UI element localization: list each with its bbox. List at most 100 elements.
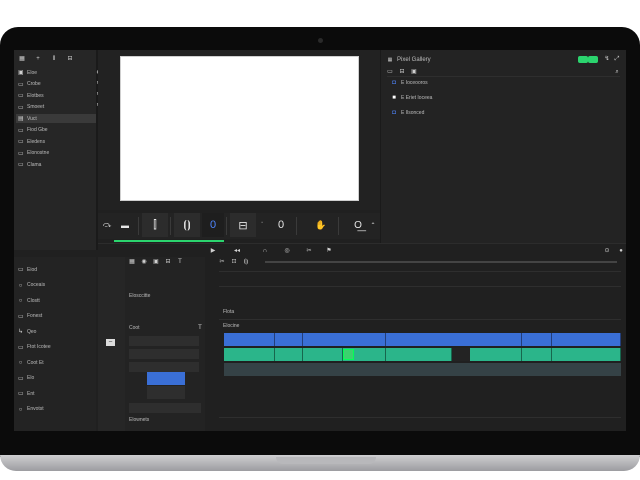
effect-item[interactable]: ○ Clostt: [18, 296, 40, 305]
library-item[interactable]: ▭ Fiod Gbe: [18, 126, 48, 135]
inspector-row[interactable]: [129, 362, 199, 372]
folder-icon: ▭: [18, 375, 24, 382]
effect-item[interactable]: ↳ Qeo: [18, 327, 36, 336]
audio-clip[interactable]: [470, 348, 522, 361]
grid-icon[interactable]: ▦: [387, 57, 393, 63]
grid-icon[interactable]: ▦: [129, 259, 135, 265]
effect-item[interactable]: ▭ Ent: [18, 389, 35, 398]
circle-icon: ○: [18, 298, 23, 304]
grid-icon[interactable]: ▦: [19, 56, 25, 62]
settings-icon[interactable]: ⊙: [604, 248, 610, 254]
folder-icon: ▭: [18, 162, 24, 168]
audio-marker[interactable]: [343, 349, 354, 360]
timeline-zoom-bar[interactable]: [265, 261, 617, 263]
webcam: [318, 38, 323, 43]
scissors-icon[interactable]: ✂: [219, 259, 225, 265]
empty-track[interactable]: [224, 363, 621, 376]
expand-icon[interactable]: ⤢: [614, 56, 620, 62]
trim-icon[interactable]: ⫿: [142, 213, 168, 237]
bracket-icon[interactable]: ⦗⦘: [174, 213, 200, 237]
audio-clip[interactable]: [522, 348, 552, 361]
video-clip[interactable]: [303, 333, 386, 346]
transform-icon[interactable]: ⤼: [102, 213, 112, 237]
play-icon[interactable]: ▶: [210, 248, 216, 254]
library-item[interactable]: ▭ Smoeet: [18, 103, 44, 112]
effect-item[interactable]: ○ Envotst: [18, 405, 44, 414]
split-icon[interactable]: ⫴: [51, 56, 57, 62]
text-icon[interactable]: T: [197, 325, 203, 331]
inspector-label-1: Elosccitte: [129, 293, 151, 299]
record-icon[interactable]: ●: [618, 248, 624, 254]
audio-clip[interactable]: [354, 348, 386, 361]
hand-icon[interactable]: ✋: [310, 213, 332, 237]
video-clip[interactable]: [552, 333, 621, 346]
link-icon[interactable]: ↯: [604, 56, 610, 62]
crop-icon[interactable]: ▬: [118, 213, 132, 237]
tag-icon[interactable]: ⊟: [67, 56, 73, 62]
library-item[interactable]: ▭ Eledens: [18, 137, 45, 146]
tag-icon[interactable]: ⊟: [399, 69, 405, 75]
library-item[interactable]: ▭ Elotbes: [18, 91, 44, 100]
inspector-row[interactable]: [129, 403, 201, 413]
timecode-digit[interactable]: 0: [202, 213, 224, 237]
timecode-digit-2[interactable]: 0: [270, 213, 292, 237]
audio-clip[interactable]: [224, 348, 275, 361]
video-clip[interactable]: [522, 333, 552, 346]
bracket-icon[interactable]: ⦗⦘: [243, 259, 249, 265]
audio-clip[interactable]: [552, 348, 621, 361]
text-icon[interactable]: T: [177, 259, 183, 265]
box-icon[interactable]: ▣: [411, 69, 417, 75]
green-toggle[interactable]: [588, 56, 598, 63]
circle-icon: ○: [18, 360, 23, 366]
marker-icon[interactable]: ⚑: [326, 248, 332, 254]
record-icon[interactable]: ◎: [284, 248, 290, 254]
screen: ▦ + ⫴ ⊟ ▣ Eloe ▭ Crobe ▭ Elotbes ▭ Smoeet ▤ Vuct ▭…: [14, 50, 626, 431]
effect-item[interactable]: ○ Coceais: [18, 281, 45, 290]
library-item[interactable]: ▣ Eloe: [18, 68, 37, 77]
effect-item[interactable]: ○ Coot Et: [18, 358, 44, 367]
inspector-row[interactable]: [129, 336, 199, 346]
audio-clip[interactable]: [386, 348, 452, 361]
image-icon[interactable]: ▣: [153, 259, 159, 265]
rewind-icon[interactable]: ◂◂: [234, 248, 240, 254]
clip-thumbnail[interactable]: [147, 372, 185, 385]
copy-icon[interactable]: ⊟: [230, 213, 256, 237]
media-item-label: E Ilsonced: [401, 110, 425, 116]
library-item[interactable]: ▭ Clama: [18, 160, 41, 169]
film-icon[interactable]: ▭: [387, 69, 393, 75]
timeline-inspector: ▦ ◉ ▣ ⊟ T Elosccitte Coot T Elownets: [125, 257, 205, 431]
audio-clip[interactable]: [303, 348, 343, 361]
library-item[interactable]: ▭ Elonostne: [18, 149, 49, 158]
search-icon[interactable]: ⌕: [614, 69, 620, 75]
library-item[interactable]: ▭ Crobe: [18, 80, 41, 89]
effect-item[interactable]: ▭ Elo: [18, 374, 34, 383]
laptop-notch: [276, 457, 376, 464]
loop-icon[interactable]: ∩: [262, 248, 268, 254]
tag-icon[interactable]: ⊟: [165, 259, 171, 265]
clip-thumbnail-slot[interactable]: [147, 386, 185, 399]
effect-item[interactable]: ▭ Eiod: [18, 265, 37, 274]
lock-icon[interactable]: ⊡: [231, 259, 237, 265]
audio-clip[interactable]: [275, 348, 303, 361]
collapse-icon[interactable]: –: [106, 339, 115, 346]
video-clip[interactable]: [275, 333, 303, 346]
library-item[interactable]: ▤ Vuct: [16, 114, 96, 123]
camera-icon[interactable]: ◉: [141, 259, 147, 265]
dot-icon[interactable]: ˈ: [258, 213, 266, 237]
media-item[interactable]: ◘ E Ioceooros: [391, 80, 428, 86]
folder-icon: ▭: [18, 139, 24, 145]
inspector-row[interactable]: [129, 349, 199, 359]
track-header-1: Flota: [223, 309, 235, 315]
effect-item[interactable]: ▭ Fonest: [18, 312, 42, 321]
media-item[interactable]: ◘ E Ilsonced: [391, 110, 424, 116]
cut-icon[interactable]: ✂: [306, 248, 312, 254]
speed-icon[interactable]: O͟: [348, 213, 368, 237]
chevron-down-icon[interactable]: ⌃: [368, 213, 378, 237]
effect-item-label: Ftot Icotee: [27, 344, 51, 350]
effect-item[interactable]: ▭ Ftot Icotee: [18, 343, 51, 352]
plus-icon[interactable]: +: [35, 56, 41, 62]
media-item[interactable]: ■ E Eriet Ioceea: [391, 95, 432, 101]
video-clip[interactable]: [386, 333, 522, 346]
video-clip[interactable]: [224, 333, 275, 346]
video-preview[interactable]: [120, 56, 359, 201]
